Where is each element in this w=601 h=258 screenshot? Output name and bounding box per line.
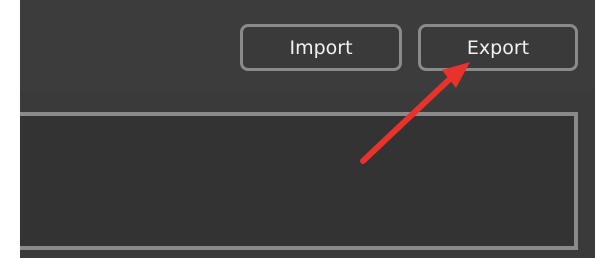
toolbar: Import Export xyxy=(20,0,595,92)
export-button[interactable]: Export xyxy=(418,24,578,71)
import-button[interactable]: Import xyxy=(240,24,402,71)
app-frame: Import Export xyxy=(20,0,595,258)
content-area xyxy=(20,112,578,250)
content-panel xyxy=(20,100,595,258)
screenshot-canvas: Import Export xyxy=(0,0,601,258)
